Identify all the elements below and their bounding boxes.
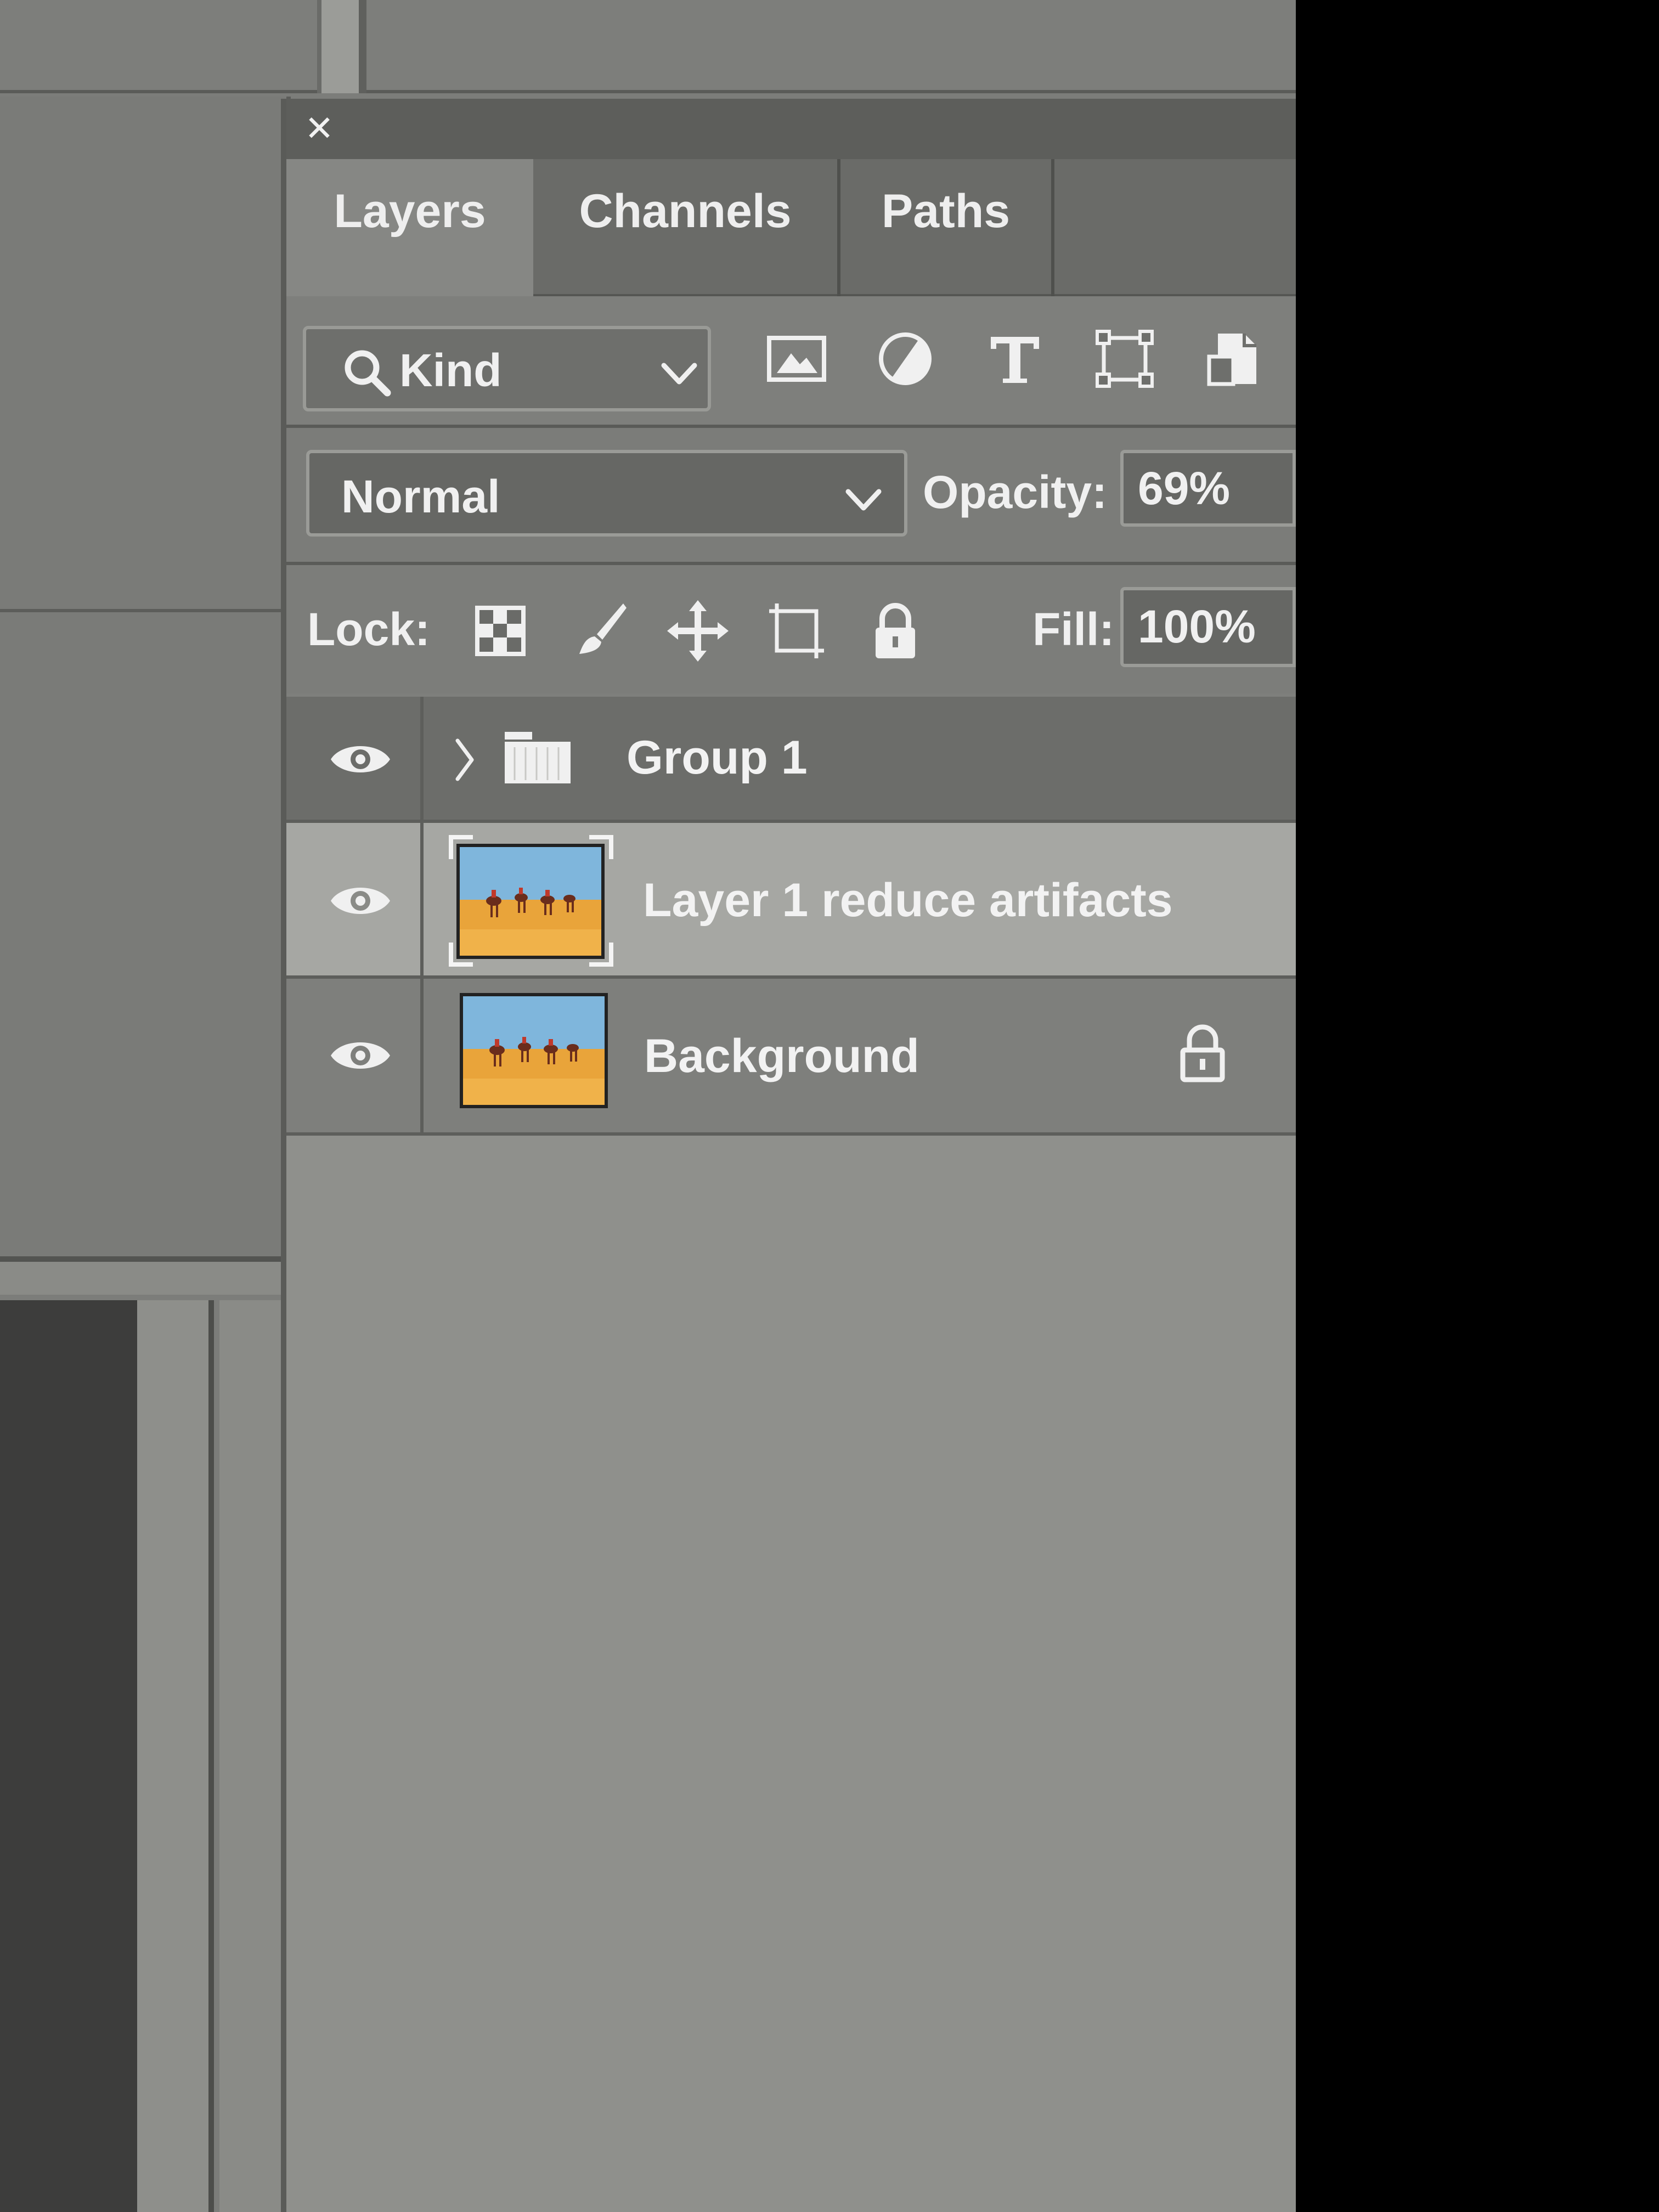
search-icon (345, 350, 391, 397)
layer-name: Group 1 (627, 731, 808, 784)
layer-thumbnail (460, 993, 608, 1108)
lock-position-icon[interactable] (665, 598, 731, 664)
lock-transparent-pixels-icon[interactable] (467, 598, 533, 664)
fill-value: 100% (1138, 601, 1256, 652)
workspace-top-strip (0, 0, 1296, 93)
folder-icon (505, 732, 571, 783)
eye-icon (331, 746, 390, 772)
workspace-canvas-area (0, 1300, 137, 2212)
layers-panel: ✕ Layers Channels Paths Kind Normal Opac… (281, 99, 1296, 2212)
type-filter-icon[interactable] (982, 326, 1048, 392)
lock-artboard-icon[interactable] (764, 598, 830, 664)
chevron-down-icon (661, 363, 697, 385)
workspace-bottom-bar (0, 1256, 307, 1295)
desert-camels-image (463, 996, 605, 1105)
lock-image-pixels-icon[interactable] (566, 598, 632, 664)
layer-row-layer-1[interactable]: Layer 1 reduce artifacts (286, 823, 1296, 979)
smart-object-filter-icon[interactable] (1201, 326, 1267, 392)
blend-mode-value: Normal (341, 471, 500, 522)
workspace-scrollbar[interactable] (317, 0, 366, 93)
opacity-value: 69% (1138, 462, 1231, 514)
layer-name: Layer 1 reduce artifacts (643, 874, 1173, 927)
desert-camels-image (460, 847, 601, 956)
shape-filter-icon[interactable] (1092, 326, 1158, 392)
fill-input[interactable]: 100% (1120, 587, 1296, 667)
adjustment-filter-icon[interactable] (872, 326, 938, 392)
close-icon[interactable]: ✕ (302, 111, 337, 146)
eye-icon (331, 1042, 390, 1069)
blend-mode-select[interactable]: Normal (306, 450, 907, 537)
tab-channels[interactable]: Channels (533, 159, 840, 296)
layer-row-background[interactable]: Background (286, 979, 1296, 1136)
chevron-down-icon (845, 489, 882, 511)
panel-tab-bar: Layers Channels Paths (286, 159, 1296, 296)
tab-paths[interactable]: Paths (840, 159, 1054, 296)
filter-row: Kind (286, 298, 1296, 425)
opacity-input[interactable]: 69% (1120, 450, 1296, 527)
lock-icon[interactable] (1175, 1023, 1230, 1083)
lock-label: Lock: (307, 603, 431, 655)
layer-row-group-1[interactable]: Group 1 (286, 697, 1296, 823)
panel-title-bar[interactable]: ✕ (286, 99, 1296, 159)
layers-empty-area[interactable] (286, 1136, 1296, 2212)
layer-thumbnail (456, 844, 605, 959)
visibility-toggle[interactable] (286, 823, 424, 975)
chevron-right-icon[interactable] (451, 735, 478, 785)
lock-row: Lock: Fill: 100% (286, 562, 1296, 693)
workspace-left-panel (0, 97, 291, 1260)
eye-icon (331, 888, 390, 914)
workspace-divider (0, 609, 291, 612)
filter-kind-select[interactable]: Kind (303, 326, 711, 411)
layer-name: Background (644, 1030, 919, 1082)
fill-label: Fill: (1032, 603, 1115, 655)
filter-kind-label: Kind (399, 345, 502, 396)
visibility-toggle[interactable] (286, 979, 424, 1132)
workspace-column (137, 1300, 214, 2212)
image-filter-icon[interactable] (764, 326, 830, 392)
lock-all-icon[interactable] (862, 598, 928, 664)
opacity-label: Opacity: (923, 466, 1108, 518)
blend-row: Normal Opacity: 69% (286, 425, 1296, 562)
tab-layers[interactable]: Layers (286, 159, 533, 296)
visibility-toggle[interactable] (286, 697, 424, 820)
